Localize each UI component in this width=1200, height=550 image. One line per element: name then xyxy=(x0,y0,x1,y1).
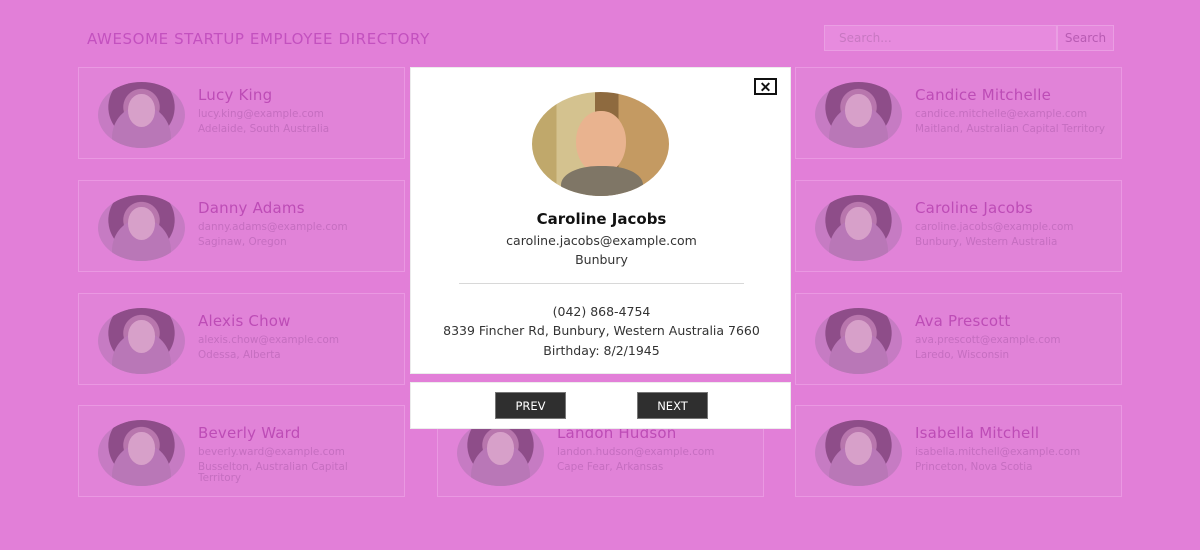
avatar xyxy=(98,195,185,261)
employee-name: Beverly Ward xyxy=(198,424,301,442)
employee-directory-page: AWESOME STARTUP EMPLOYEE DIRECTORY Searc… xyxy=(0,0,1200,550)
page-title: AWESOME STARTUP EMPLOYEE DIRECTORY xyxy=(87,30,430,48)
employee-location: Cape Fear, Arkansas xyxy=(557,461,664,473)
employee-card[interactable]: Danny Adams danny.adams@example.com Sagi… xyxy=(78,180,405,272)
employee-card[interactable]: Isabella Mitchell isabella.mitchell@exam… xyxy=(795,405,1122,497)
employee-email: candice.mitchelle@example.com xyxy=(915,108,1088,120)
modal-avatar xyxy=(532,92,669,196)
modal-city: Bunbury xyxy=(575,252,628,267)
next-button[interactable]: NEXT xyxy=(637,392,708,419)
employee-email: caroline.jacobs@example.com xyxy=(915,221,1074,233)
employee-name: Caroline Jacobs xyxy=(915,199,1033,217)
modal-address: 8339 Fincher Rd, Bunbury, Western Austra… xyxy=(443,323,760,338)
search-button[interactable]: Search xyxy=(1057,25,1114,51)
employee-name: Lucy King xyxy=(198,86,273,104)
modal-divider xyxy=(459,283,744,284)
employee-email: landon.hudson@example.com xyxy=(557,446,715,458)
employee-card[interactable]: Alexis Chow alexis.chow@example.com Odes… xyxy=(78,293,405,385)
employee-location: Laredo, Wisconsin xyxy=(915,349,1010,361)
avatar xyxy=(815,195,902,261)
employee-card[interactable]: Caroline Jacobs caroline.jacobs@example.… xyxy=(795,180,1122,272)
avatar xyxy=(457,420,544,486)
modal-birthday: Birthday: 8/2/1945 xyxy=(543,343,660,358)
employee-card[interactable]: Ava Prescott ava.prescott@example.com La… xyxy=(795,293,1122,385)
search-input[interactable] xyxy=(824,25,1057,51)
employee-location: Saginaw, Oregon xyxy=(198,236,287,248)
modal-phone: (042) 868-4754 xyxy=(552,304,651,319)
avatar xyxy=(815,420,902,486)
employee-location: Princeton, Nova Scotia xyxy=(915,461,1033,473)
employee-email: ava.prescott@example.com xyxy=(915,334,1061,346)
avatar-photo xyxy=(128,94,155,127)
avatar-photo xyxy=(128,432,155,465)
employee-email: lucy.king@example.com xyxy=(198,108,324,120)
avatar xyxy=(815,308,902,374)
employee-location: Bunbury, Western Australia xyxy=(915,236,1058,248)
avatar-photo xyxy=(845,432,872,465)
close-icon[interactable]: ✕ xyxy=(754,78,777,95)
employee-email: isabella.mitchell@example.com xyxy=(915,446,1081,458)
employee-name: Ava Prescott xyxy=(915,312,1011,330)
avatar-photo xyxy=(128,207,155,240)
employee-card[interactable]: Lucy King lucy.king@example.com Adelaide… xyxy=(78,67,405,159)
modal-navigation: PREV NEXT xyxy=(410,382,791,429)
avatar xyxy=(815,82,902,148)
employee-location: Odessa, Alberta xyxy=(198,349,281,361)
avatar-photo xyxy=(845,320,872,353)
header: AWESOME STARTUP EMPLOYEE DIRECTORY Searc… xyxy=(87,25,1117,54)
prev-button[interactable]: PREV xyxy=(495,392,566,419)
employee-name: Alexis Chow xyxy=(198,312,291,330)
avatar-photo xyxy=(845,94,872,127)
avatar xyxy=(98,82,185,148)
employee-location: Maitland, Australian Capital Territory xyxy=(915,123,1105,135)
employee-card[interactable]: Candice Mitchelle candice.mitchelle@exam… xyxy=(795,67,1122,159)
employee-name: Danny Adams xyxy=(198,199,305,217)
modal-email: caroline.jacobs@example.com xyxy=(506,233,697,248)
employee-name: Candice Mitchelle xyxy=(915,86,1052,104)
modal-name: Caroline Jacobs xyxy=(536,210,667,228)
avatar-photo xyxy=(487,432,514,465)
avatar xyxy=(98,308,185,374)
employee-email: beverly.ward@example.com xyxy=(198,446,345,458)
avatar-photo xyxy=(128,320,155,353)
avatar-photo xyxy=(845,207,872,240)
employee-card[interactable]: Beverly Ward beverly.ward@example.com Bu… xyxy=(78,405,405,497)
employee-email: danny.adams@example.com xyxy=(198,221,348,233)
employee-email: alexis.chow@example.com xyxy=(198,334,339,346)
employee-location: Busselton, Australian Capital Territory xyxy=(198,461,348,484)
avatar xyxy=(98,420,185,486)
employee-location: Adelaide, South Australia xyxy=(198,123,330,135)
employee-name: Isabella Mitchell xyxy=(915,424,1040,442)
employee-modal: ✕ Caroline Jacobs caroline.jacobs@exampl… xyxy=(410,67,791,374)
